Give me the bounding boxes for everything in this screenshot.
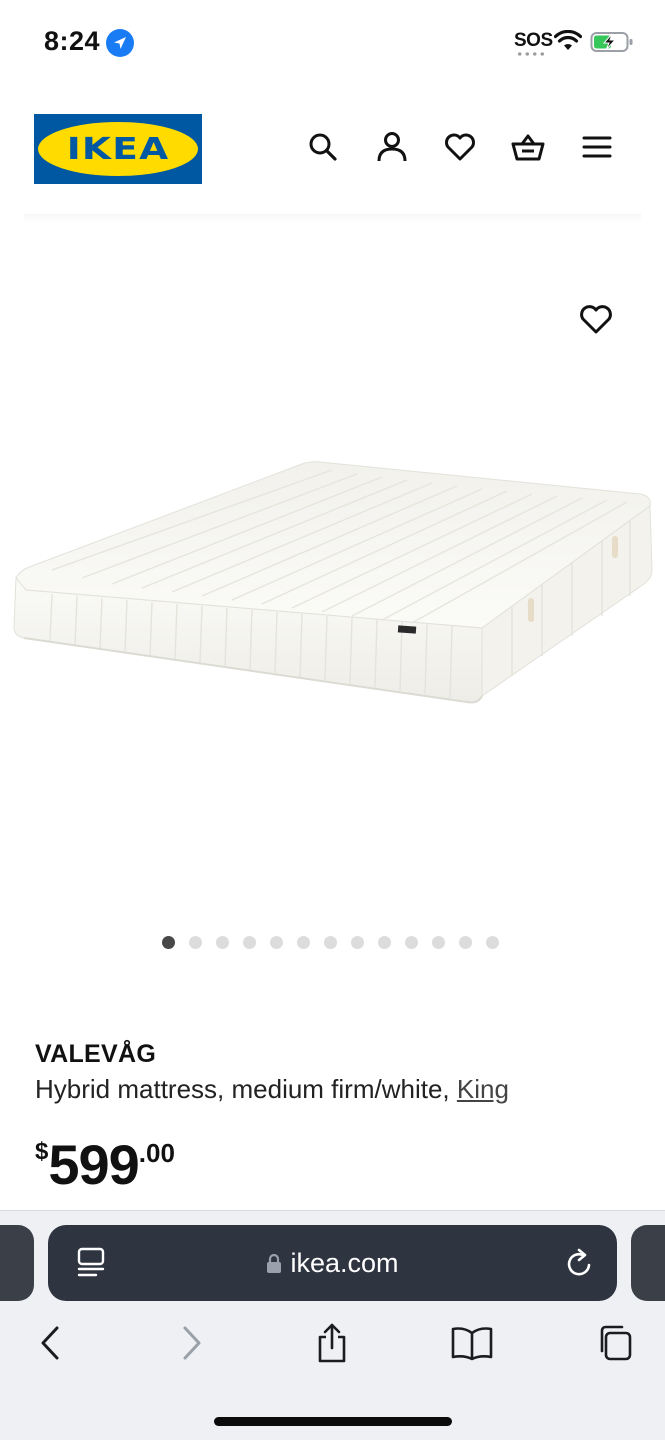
open-book-icon bbox=[451, 1327, 493, 1361]
reload-icon[interactable] bbox=[565, 1247, 595, 1279]
menu-icon[interactable] bbox=[580, 130, 614, 164]
carousel-dot[interactable] bbox=[189, 936, 202, 949]
location-arrow-icon bbox=[106, 29, 134, 57]
product-description-text: Hybrid mattress, medium firm/white, bbox=[35, 1074, 457, 1104]
carousel-dot[interactable] bbox=[162, 936, 175, 949]
logo-oval: IKEA bbox=[38, 122, 198, 176]
tabs-button[interactable] bbox=[592, 1321, 636, 1365]
shopping-bag-icon[interactable] bbox=[511, 130, 545, 164]
carousel-dot[interactable] bbox=[459, 936, 472, 949]
price-whole: 599 bbox=[48, 1133, 139, 1196]
address-bar[interactable]: ikea.com bbox=[48, 1225, 617, 1301]
carousel-dot[interactable] bbox=[324, 936, 337, 949]
carousel-dot[interactable] bbox=[378, 936, 391, 949]
signal-dots-icon bbox=[516, 52, 546, 56]
price-cents: .00 bbox=[138, 1138, 175, 1168]
account-icon[interactable] bbox=[375, 130, 409, 164]
carousel-dot[interactable] bbox=[297, 936, 310, 949]
battery-charging-icon bbox=[590, 32, 633, 52]
carousel-dot[interactable] bbox=[216, 936, 229, 949]
chevron-right-icon bbox=[183, 1326, 201, 1360]
product-image-mattress[interactable] bbox=[12, 460, 654, 710]
wifi-icon bbox=[554, 30, 582, 50]
header-divider bbox=[24, 214, 641, 222]
share-button[interactable] bbox=[310, 1321, 354, 1365]
lock-icon bbox=[267, 1253, 282, 1273]
ikea-logo[interactable]: IKEA ® bbox=[34, 114, 202, 184]
site-header: IKEA ® bbox=[0, 84, 665, 224]
favorites-heart-icon[interactable] bbox=[443, 130, 477, 164]
logo-text: IKEA bbox=[66, 131, 170, 167]
product-price: $599.00 bbox=[35, 1132, 175, 1197]
sos-indicator: SOS bbox=[514, 30, 553, 51]
back-button[interactable] bbox=[28, 1321, 72, 1365]
previous-tab-preview[interactable] bbox=[0, 1225, 34, 1301]
carousel-dot[interactable] bbox=[351, 936, 364, 949]
status-bar: 8:24 SOS bbox=[0, 0, 665, 84]
search-icon[interactable] bbox=[306, 130, 340, 164]
next-tab-preview[interactable] bbox=[631, 1225, 665, 1301]
save-to-favorites-heart-icon[interactable] bbox=[578, 301, 614, 337]
carousel-dot[interactable] bbox=[432, 936, 445, 949]
carousel-dot[interactable] bbox=[243, 936, 256, 949]
size-link[interactable]: King bbox=[457, 1074, 509, 1104]
carousel-dot[interactable] bbox=[405, 936, 418, 949]
url-text: ikea.com bbox=[290, 1247, 399, 1278]
share-icon bbox=[318, 1323, 346, 1363]
product-name: VALEVÅG bbox=[35, 1040, 157, 1068]
registered-mark: ® bbox=[186, 128, 192, 135]
forward-button[interactable] bbox=[170, 1321, 214, 1365]
tabs-icon bbox=[600, 1325, 632, 1361]
address-bar-text: ikea.com bbox=[48, 1225, 617, 1301]
bookmarks-button[interactable] bbox=[450, 1321, 494, 1365]
product-description: Hybrid mattress, medium firm/white, King bbox=[35, 1074, 509, 1105]
browser-toolbar: ikea.com bbox=[0, 1210, 665, 1440]
price-currency: $ bbox=[35, 1138, 49, 1165]
chevron-left-icon bbox=[41, 1326, 59, 1360]
image-carousel-dots bbox=[0, 936, 665, 950]
home-indicator bbox=[214, 1417, 452, 1426]
carousel-dot[interactable] bbox=[270, 936, 283, 949]
status-time: 8:24 bbox=[44, 26, 101, 56]
carousel-dot[interactable] bbox=[486, 936, 499, 949]
